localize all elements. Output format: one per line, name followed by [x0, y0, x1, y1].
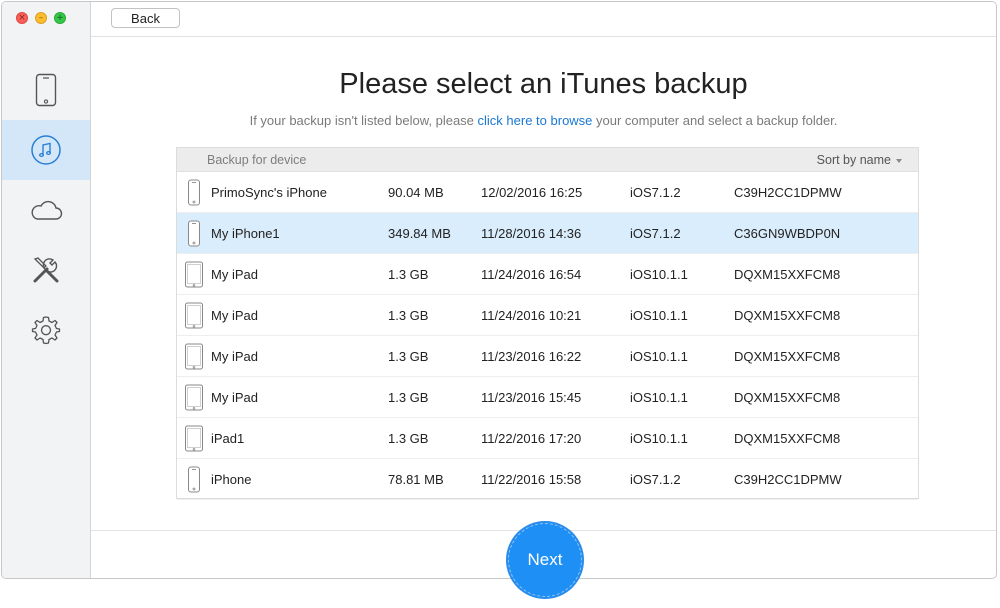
backup-date: 11/22/2016 17:20 — [481, 431, 582, 446]
table-row[interactable]: My iPhone1 349.84 MB 11/28/2016 14:36 iOS7.… — [177, 213, 918, 254]
backup-device-id: DQXM15XXFCM8 — [734, 267, 841, 282]
toolbar: Back — [91, 2, 996, 37]
iphone-icon — [184, 220, 204, 250]
maximize-window-button[interactable]: + — [54, 12, 66, 24]
subtitle-prefix: If your backup isn't listed below, pleas… — [249, 113, 478, 128]
sort-label: Sort by name — [816, 153, 891, 167]
iphone-icon — [35, 73, 57, 107]
backup-device-id: DQXM15XXFCM8 — [734, 390, 841, 405]
backup-date: 11/24/2016 10:21 — [481, 308, 582, 323]
backup-size: 90.04 MB — [388, 185, 444, 200]
sort-dropdown[interactable]: Sort by name — [817, 153, 902, 167]
backup-size: 1.3 GB — [388, 390, 429, 405]
backup-device-id: C39H2CC1DPMW — [734, 472, 842, 487]
page-subtitle: If your backup isn't listed below, pleas… — [91, 113, 996, 128]
table-row[interactable]: My iPad 1.3 GB 11/23/2016 15:45 iOS10.1.1 DQ… — [177, 377, 918, 418]
backup-device-id: C36GN9WBDP0N — [734, 226, 841, 241]
column-header-device: Backup for device — [207, 153, 307, 167]
gear-icon — [30, 314, 62, 346]
ipad-icon — [184, 425, 204, 455]
backup-device-id: DQXM15XXFCM8 — [734, 431, 841, 446]
backup-device-name: My iPhone1 — [211, 226, 280, 241]
backup-ios-version: iOS10.1.1 — [630, 349, 688, 364]
iphone-icon — [184, 466, 204, 496]
ipad-icon — [184, 302, 204, 332]
tools-icon — [30, 254, 62, 286]
table-row[interactable]: My iPad 1.3 GB 11/24/2016 16:54 iOS10.1.1 DQ… — [177, 254, 918, 295]
backup-device-name: My iPad — [211, 267, 258, 282]
subtitle-suffix: your computer and select a backup folder… — [592, 113, 838, 128]
backup-ios-version: iOS10.1.1 — [630, 267, 688, 282]
backup-date: 11/28/2016 14:36 — [481, 226, 582, 241]
close-icon: × — [18, 13, 26, 23]
icloud-icon — [29, 199, 63, 221]
app-window: × – + Back Please select an iTunes backu… — [1, 1, 997, 579]
backup-ios-version: iOS7.1.2 — [630, 185, 681, 200]
caret-down-icon — [896, 158, 902, 163]
minimize-icon: – — [38, 13, 44, 23]
backup-ios-version: iOS7.1.2 — [630, 472, 681, 487]
backup-size: 78.81 MB — [388, 472, 444, 487]
sidebar-item-icloud[interactable] — [2, 180, 90, 240]
sidebar: × – + — [2, 2, 91, 578]
iphone-icon — [184, 179, 204, 209]
window-controls: × – + — [16, 12, 66, 24]
browse-link[interactable]: click here to browse — [478, 113, 593, 128]
backup-size: 1.3 GB — [388, 267, 429, 282]
backup-date: 12/02/2016 16:25 — [481, 185, 583, 200]
backup-device-name: My iPad — [211, 390, 258, 405]
next-button[interactable]: Next — [508, 523, 582, 597]
ipad-icon — [184, 343, 204, 373]
backup-device-name: PrimoSync's iPhone — [211, 185, 327, 200]
backup-size: 1.3 GB — [388, 349, 429, 364]
backup-device-name: iPhone — [211, 472, 252, 487]
sidebar-item-settings[interactable] — [2, 300, 90, 360]
backup-device-id: DQXM15XXFCM8 — [734, 308, 841, 323]
sidebar-item-itunes[interactable] — [2, 120, 90, 180]
backup-size: 1.3 GB — [388, 431, 429, 446]
backup-date: 11/22/2016 15:58 — [481, 472, 582, 487]
back-button[interactable]: Back — [111, 8, 180, 28]
backup-date: 11/24/2016 16:54 — [481, 267, 582, 282]
backup-list: PrimoSync's iPhone 90.04 MB 12/02/2016 16:… — [177, 172, 918, 500]
table-row[interactable]: My iPad 1.3 GB 11/23/2016 16:22 iOS10.1.1 DQ… — [177, 336, 918, 377]
sidebar-item-tools[interactable] — [2, 240, 90, 300]
backup-date: 11/23/2016 15:45 — [481, 390, 582, 405]
backup-device-name: My iPad — [211, 349, 258, 364]
minimize-window-button[interactable]: – — [35, 12, 47, 24]
table-header: Backup for device Sort by name — [177, 148, 918, 172]
ipad-icon — [184, 261, 204, 291]
backup-ios-version: iOS10.1.1 — [630, 431, 688, 446]
backup-device-id: C39H2CC1DPMW — [734, 185, 842, 200]
table-row[interactable]: iPad1 1.3 GB 11/22/2016 17:20 iOS10.1.1 DQXM… — [177, 418, 918, 459]
table-row[interactable]: PrimoSync's iPhone 90.04 MB 12/02/2016 16:… — [177, 172, 918, 213]
table-row[interactable]: iPhone 78.81 MB 11/22/2016 15:58 iOS7.1.2 C3… — [177, 459, 918, 500]
backup-device-name: iPad1 — [211, 431, 245, 446]
close-window-button[interactable]: × — [16, 12, 28, 24]
backup-size: 1.3 GB — [388, 308, 429, 323]
backup-table: Backup for device Sort by name PrimoSync… — [176, 147, 919, 500]
backup-device-name: My iPad — [211, 308, 258, 323]
itunes-music-note-icon — [30, 134, 62, 166]
backup-ios-version: iOS10.1.1 — [630, 390, 688, 405]
sidebar-item-device[interactable] — [2, 60, 90, 120]
ipad-icon — [184, 384, 204, 414]
backup-ios-version: iOS10.1.1 — [630, 308, 688, 323]
page-title: Please select an iTunes backup — [339, 68, 748, 100]
backup-device-id: DQXM15XXFCM8 — [734, 349, 841, 364]
maximize-icon: + — [56, 13, 64, 23]
backup-date: 11/23/2016 16:22 — [481, 349, 582, 364]
table-row[interactable]: My iPad 1.3 GB 11/24/2016 10:21 iOS10.1.1 DQ… — [177, 295, 918, 336]
backup-size: 349.84 MB — [388, 226, 451, 241]
backup-ios-version: iOS7.1.2 — [630, 226, 681, 241]
